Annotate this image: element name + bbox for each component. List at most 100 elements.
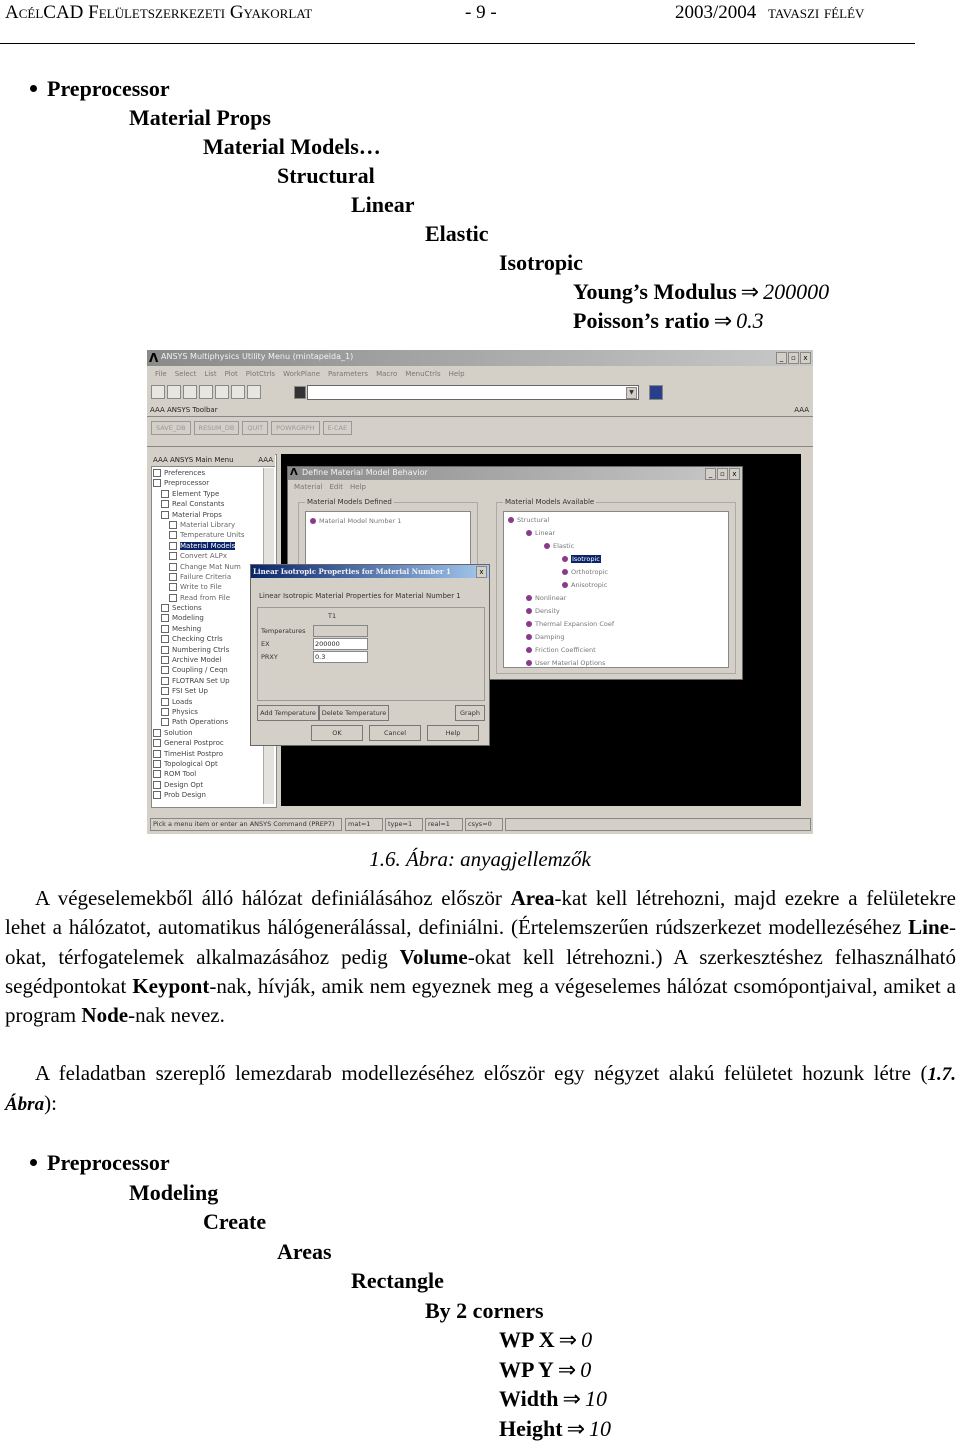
main-menu-item[interactable]: Material Library (153, 520, 265, 530)
material-tree-item[interactable]: Friction Coefficient (526, 646, 596, 654)
main-menu-item[interactable]: Modeling (153, 613, 265, 623)
main-menu-item[interactable]: TimeHist Postpro (153, 749, 265, 759)
menu-menuctrls[interactable]: MenuCtrls (405, 367, 440, 381)
new-file-icon[interactable] (151, 385, 165, 399)
main-menu-item[interactable]: Sections (153, 603, 265, 613)
chevron-down-icon[interactable]: ▼ (626, 387, 637, 399)
path-label: Create (203, 1209, 267, 1234)
main-menu-item[interactable]: Convert ALPx (153, 551, 265, 561)
toolbar-button-quit[interactable]: QUIT (242, 421, 269, 435)
temperature-field[interactable] (313, 625, 368, 637)
main-menu-item[interactable]: Preferences (153, 468, 265, 478)
ansys-logo-icon: Λ (149, 351, 159, 365)
main-menu-item[interactable]: Material Props (153, 510, 265, 520)
material-tree-item[interactable]: Anisotropic (562, 581, 607, 589)
main-menu-item[interactable]: Meshing (153, 624, 265, 634)
main-menu-item[interactable]: Topological Opt (153, 759, 265, 769)
command-window-icon[interactable] (294, 386, 306, 399)
ok-button[interactable]: OK (311, 725, 363, 741)
material-tree-item[interactable]: Nonlinear (526, 594, 566, 602)
main-menu-item[interactable]: FLOTRAN Set Up (153, 676, 265, 686)
command-input[interactable]: ▼ (307, 385, 639, 400)
minimize-button[interactable]: _ (776, 352, 787, 364)
toolbar-button-powrgrph[interactable]: POWRGRPH (271, 421, 320, 435)
main-menu-item[interactable]: Prob Design (153, 790, 265, 800)
raise-hidden-icon[interactable] (649, 385, 663, 400)
path-label: Preprocessor (47, 76, 170, 101)
pan-zoom-icon[interactable] (199, 385, 213, 399)
dialog-menu-help[interactable]: Help (350, 483, 366, 491)
main-menu-item[interactable]: Change Mat Num (153, 562, 265, 572)
close-button[interactable]: x (476, 566, 487, 578)
toolbar-button-resum-db[interactable]: RESUM_DB (193, 421, 240, 435)
main-menu-item[interactable]: General Postproc (153, 738, 265, 748)
main-menu-item[interactable]: Material Models (153, 541, 265, 551)
material-tree-item[interactable]: Thermal Expansion Coef (526, 620, 614, 628)
maximize-button[interactable]: ▫ (717, 468, 728, 480)
material-tree-item[interactable]: Linear (526, 529, 555, 537)
material-tree-item[interactable]: Elastic (544, 542, 574, 550)
main-menu-item[interactable]: Real Constants (153, 499, 265, 509)
list-item[interactable]: Material Model Number 1 (310, 517, 401, 525)
prxy-field[interactable]: 0.3 (313, 651, 368, 663)
menu-list[interactable]: List (204, 367, 216, 381)
main-menu-item[interactable]: FSI Set Up (153, 686, 265, 696)
main-menu-item[interactable]: Path Operations (153, 717, 265, 727)
cancel-button[interactable]: Cancel (369, 725, 421, 741)
graph-button[interactable]: Graph (455, 705, 485, 721)
add-temperature-button[interactable]: Add Temperature (257, 705, 319, 721)
path-label: Material Props (129, 105, 271, 130)
main-menu-item[interactable]: Temperature Units (153, 530, 265, 540)
keyword: Volume (399, 944, 468, 969)
material-tree-item[interactable]: Damping (526, 633, 565, 641)
main-menu-aaa[interactable]: AAA (258, 456, 273, 464)
menu-plotctrls[interactable]: PlotCtrls (246, 367, 275, 381)
report-icon[interactable] (231, 385, 245, 399)
main-menu-item[interactable]: Coupling / Ceqn (153, 665, 265, 675)
main-menu-item[interactable]: Read from File (153, 593, 265, 603)
material-tree-item[interactable]: Density (526, 607, 560, 615)
toolbar-button-e-cae[interactable]: E-CAE (322, 421, 353, 435)
menu-workplane[interactable]: WorkPlane (283, 367, 320, 381)
help-button[interactable]: Help (427, 725, 479, 741)
main-menu-item[interactable]: Checking Ctrls (153, 634, 265, 644)
main-menu-item[interactable]: Solution (153, 728, 265, 738)
main-menu-item[interactable]: Loads (153, 697, 265, 707)
close-button[interactable]: x (729, 468, 740, 480)
expand-icon (153, 479, 161, 488)
material-tree-item[interactable]: User Material Options (526, 659, 605, 667)
menu-file[interactable]: File (155, 367, 167, 381)
maximize-button[interactable]: ▫ (788, 352, 799, 364)
dialog-menu-edit[interactable]: Edit (329, 483, 343, 491)
save-icon[interactable] (183, 385, 197, 399)
main-menu-item[interactable]: ROM Tool (153, 769, 265, 779)
main-menu-item[interactable]: Preprocessor (153, 478, 265, 488)
menu-parameters[interactable]: Parameters (328, 367, 368, 381)
main-menu-item[interactable]: Failure Criteria (153, 572, 265, 582)
dialog-menu-material[interactable]: Material (294, 483, 322, 491)
toolbar-button-save-db[interactable]: SAVE_DB (151, 421, 191, 435)
menu-macro[interactable]: Macro (376, 367, 397, 381)
ex-field[interactable]: 200000 (313, 638, 368, 650)
material-tree-item[interactable]: Isotropic (562, 555, 601, 563)
menu-select[interactable]: Select (175, 367, 197, 381)
available-tree[interactable]: Structural Linear Elastic Isotropic Orthotro… (503, 511, 729, 668)
main-menu-item[interactable]: Design Opt (153, 780, 265, 790)
close-button[interactable]: x (800, 352, 811, 364)
toolbar-aaa[interactable]: AAA (794, 406, 809, 414)
material-tree-item[interactable]: Structural (508, 516, 549, 524)
print-icon[interactable] (215, 385, 229, 399)
row-label-ex: EX (261, 640, 270, 648)
minimize-button[interactable]: _ (705, 468, 716, 480)
material-tree-item[interactable]: Orthotropic (562, 568, 608, 576)
help-icon[interactable] (247, 385, 261, 399)
main-menu-item[interactable]: Physics (153, 707, 265, 717)
menu-help[interactable]: Help (449, 367, 465, 381)
main-menu-item[interactable]: Write to File (153, 582, 265, 592)
delete-temperature-button[interactable]: Delete Temperature (319, 705, 389, 721)
main-menu-item[interactable]: Element Type (153, 489, 265, 499)
open-file-icon[interactable] (167, 385, 181, 399)
menu-plot[interactable]: Plot (225, 367, 238, 381)
main-menu-item[interactable]: Archive Model (153, 655, 265, 665)
main-menu-item[interactable]: Numbering Ctrls (153, 645, 265, 655)
